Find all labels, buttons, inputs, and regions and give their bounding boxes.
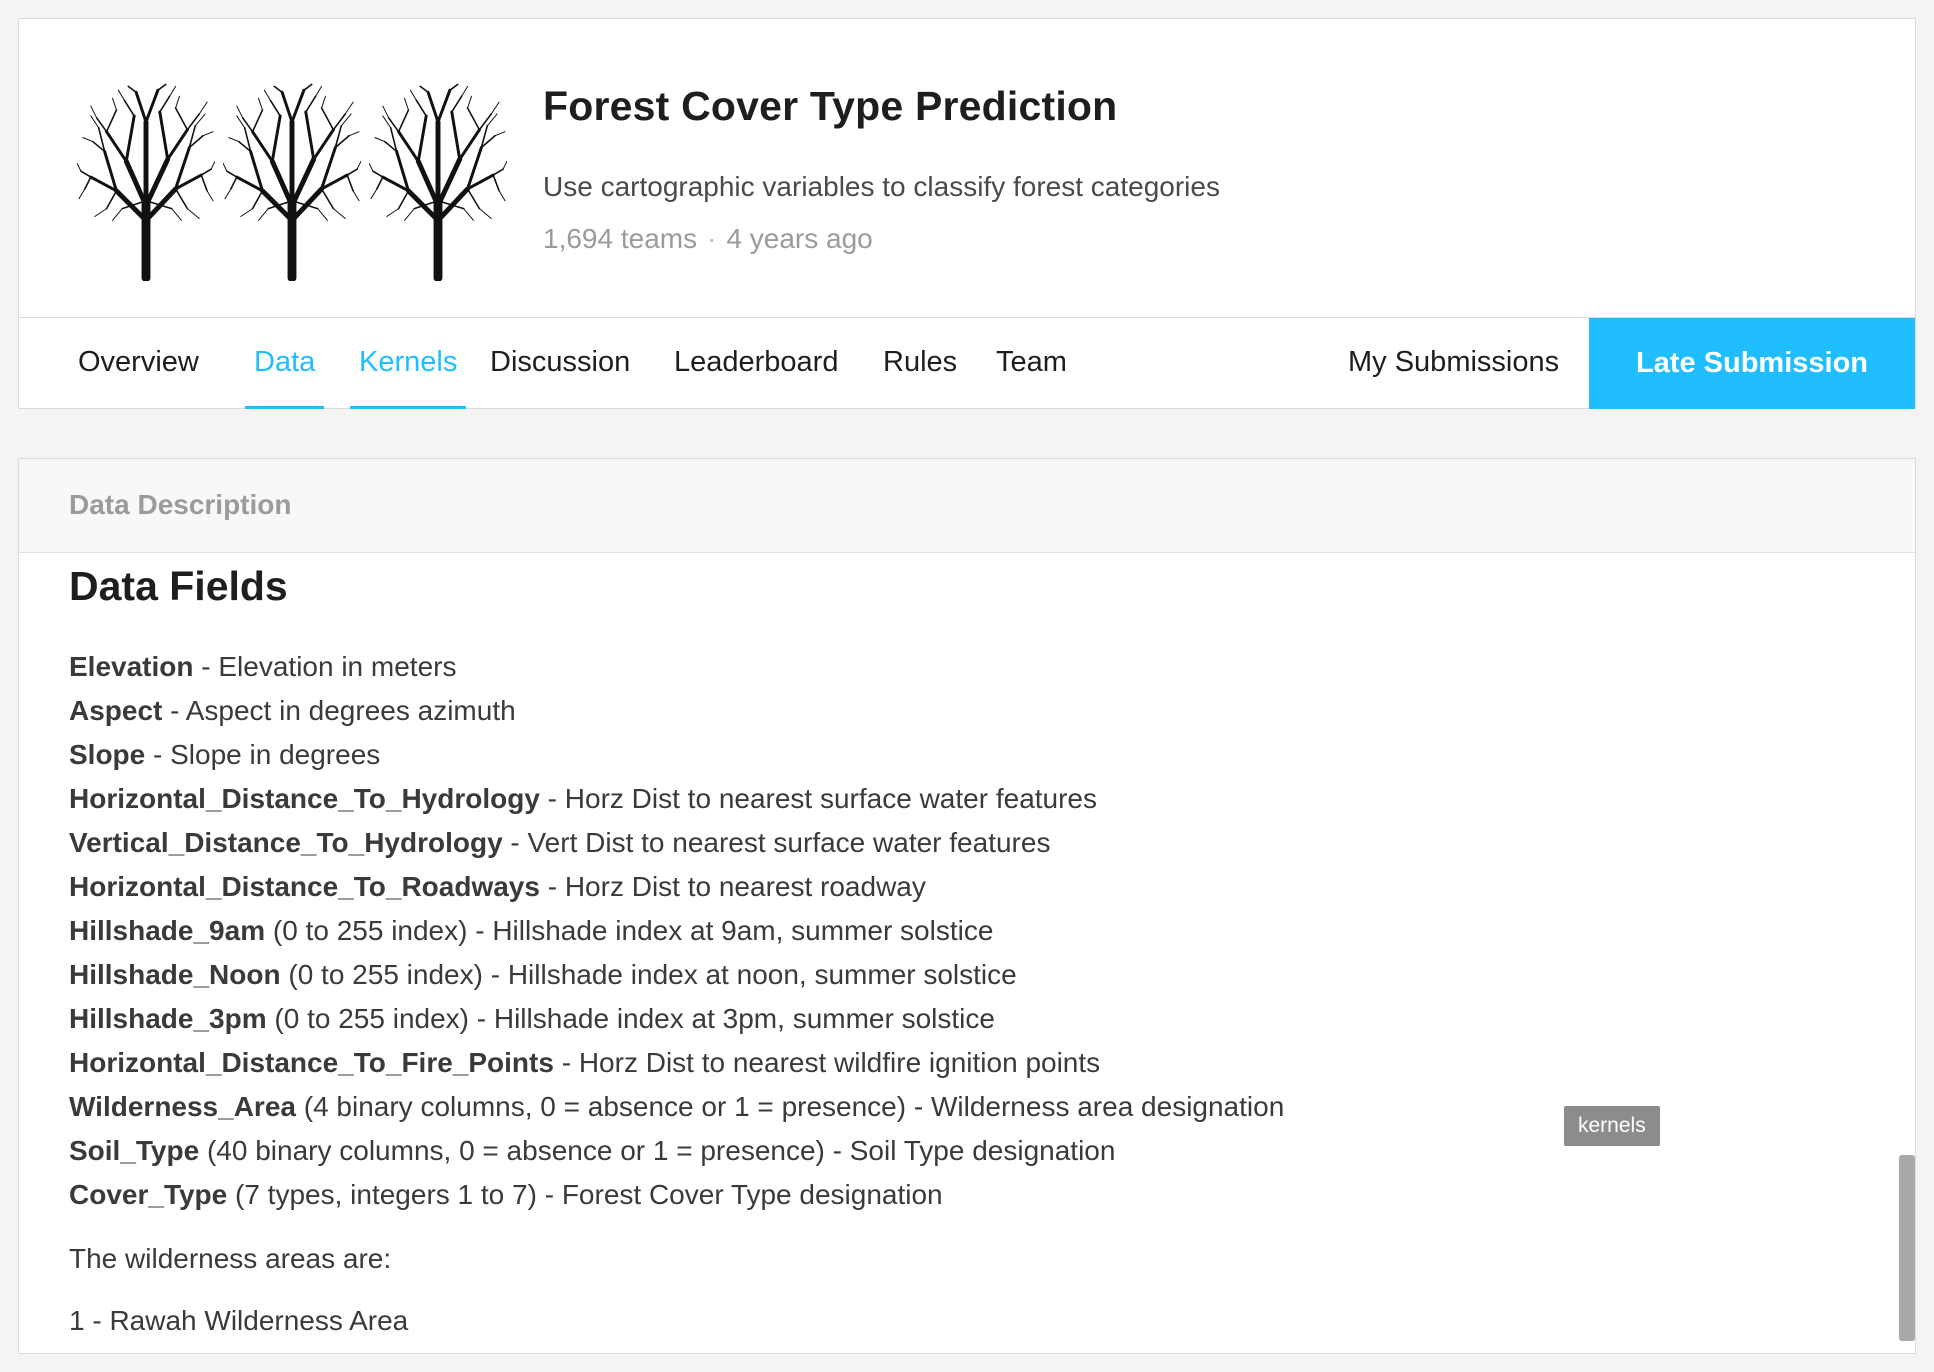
competition-tab-bar: Overview Data Kernels Discussion Leaderb…: [19, 317, 1915, 409]
competition-hero: Forest Cover Type Prediction Use cartogr…: [19, 19, 1915, 319]
field-description: - Horz Dist to nearest surface water fea…: [539, 783, 1098, 814]
data-field-row: Slope - Slope in degrees: [69, 733, 1284, 777]
meta-separator: ·: [707, 223, 717, 254]
competition-title: Forest Cover Type Prediction: [543, 83, 1118, 129]
tree-icon: [368, 81, 508, 283]
field-description: - Horz Dist to nearest roadway: [539, 871, 926, 902]
tab-data[interactable]: Data: [245, 318, 325, 409]
competition-meta: 1,694 teams · 4 years ago: [543, 223, 873, 255]
competition-image: [76, 81, 508, 283]
field-description: - Aspect in degrees azimuth: [162, 695, 516, 726]
field-description: - Horz Dist to nearest wildfire ignition…: [553, 1047, 1101, 1078]
field-description: - Forest Cover Type designation: [536, 1179, 943, 1210]
field-description: - Wilderness area designation: [906, 1091, 1285, 1122]
team-count: 1,694 teams: [543, 223, 698, 254]
field-note: (0 to 255 index): [265, 915, 468, 946]
field-name: Vertical_Distance_To_Hydrology: [69, 827, 503, 858]
field-note: (7 types, integers 1 to 7): [227, 1179, 537, 1210]
field-note: (0 to 255 index): [266, 1003, 469, 1034]
tab-rules[interactable]: Rules: [874, 318, 966, 409]
field-name: Wilderness_Area: [69, 1091, 296, 1122]
field-name: Aspect: [69, 695, 163, 726]
field-note: (0 to 255 index): [280, 959, 483, 990]
data-field-row: Horizontal_Distance_To_Fire_Points - Hor…: [69, 1041, 1284, 1085]
card-header: Data Description: [19, 459, 1915, 553]
tab-leaderboard[interactable]: Leaderboard: [665, 318, 847, 409]
wilderness-intro: The wilderness areas are:: [69, 1243, 392, 1274]
data-fields-list: Elevation - Elevation in meters Aspect - …: [69, 645, 1284, 1217]
field-name: Soil_Type: [69, 1135, 200, 1166]
data-field-row: Horizontal_Distance_To_Hydrology - Horz …: [69, 777, 1284, 821]
competition-header: Forest Cover Type Prediction Use cartogr…: [18, 18, 1916, 409]
field-name: Horizontal_Distance_To_Hydrology: [69, 783, 540, 814]
late-submission-button[interactable]: Late Submission: [1589, 318, 1915, 409]
competition-subtitle: Use cartographic variables to classify f…: [543, 171, 1220, 202]
field-name: Elevation: [69, 651, 194, 682]
data-description-card: Data Description Data Fields Elevation -…: [18, 458, 1916, 1354]
data-field-row: Wilderness_Area (4 binary columns, 0 = a…: [69, 1085, 1284, 1129]
field-name: Hillshade_3pm: [69, 1003, 267, 1034]
data-field-row: Elevation - Elevation in meters: [69, 645, 1284, 689]
field-name: Horizontal_Distance_To_Roadways: [69, 871, 540, 902]
section-title: Data Fields: [69, 563, 288, 609]
competition-age: 4 years ago: [726, 223, 873, 254]
field-note: (4 binary columns, 0 = absence or 1 = pr…: [295, 1091, 907, 1122]
tooltip: kernels: [1564, 1106, 1660, 1146]
data-field-row: Hillshade_9am (0 to 255 index) - Hillsha…: [69, 909, 1284, 953]
wilderness-item: 1 - Rawah Wilderness Area: [69, 1305, 409, 1336]
field-note: (40 binary columns, 0 = absence or 1 = p…: [199, 1135, 825, 1166]
field-description: - Slope in degrees: [145, 739, 381, 770]
field-name: Hillshade_9am: [69, 915, 266, 946]
tree-icon: [222, 81, 362, 283]
data-field-row: Horizontal_Distance_To_Roadways - Horz D…: [69, 865, 1284, 909]
field-description: - Soil Type designation: [824, 1135, 1116, 1166]
data-field-row: Hillshade_Noon (0 to 255 index) - Hillsh…: [69, 953, 1284, 997]
data-field-row: Soil_Type (40 binary columns, 0 = absenc…: [69, 1129, 1284, 1173]
data-field-row: Cover_Type (7 types, integers 1 to 7) - …: [69, 1173, 1284, 1217]
field-description: - Hillshade index at 9am, summer solstic…: [467, 915, 994, 946]
tab-team[interactable]: Team: [987, 318, 1076, 409]
field-description: - Hillshade index at noon, summer solsti…: [482, 959, 1017, 990]
field-name: Hillshade_Noon: [69, 959, 281, 990]
tree-icon: [76, 81, 216, 283]
field-description: - Elevation in meters: [193, 651, 457, 682]
scrollbar-thumb[interactable]: [1899, 1155, 1915, 1341]
field-name: Horizontal_Distance_To_Fire_Points: [69, 1047, 554, 1078]
my-submissions-link[interactable]: My Submissions: [1339, 318, 1568, 409]
tab-overview[interactable]: Overview: [69, 318, 208, 409]
data-field-row: Hillshade_3pm (0 to 255 index) - Hillsha…: [69, 997, 1284, 1041]
field-description: - Vert Dist to nearest surface water fea…: [502, 827, 1051, 858]
data-field-row: Vertical_Distance_To_Hydrology - Vert Di…: [69, 821, 1284, 865]
data-field-row: Aspect - Aspect in degrees azimuth: [69, 689, 1284, 733]
field-name: Slope: [69, 739, 146, 770]
tab-discussion[interactable]: Discussion: [481, 318, 639, 409]
tab-kernels[interactable]: Kernels: [350, 318, 467, 409]
field-description: - Hillshade index at 3pm, summer solstic…: [468, 1003, 995, 1034]
field-name: Cover_Type: [69, 1179, 228, 1210]
